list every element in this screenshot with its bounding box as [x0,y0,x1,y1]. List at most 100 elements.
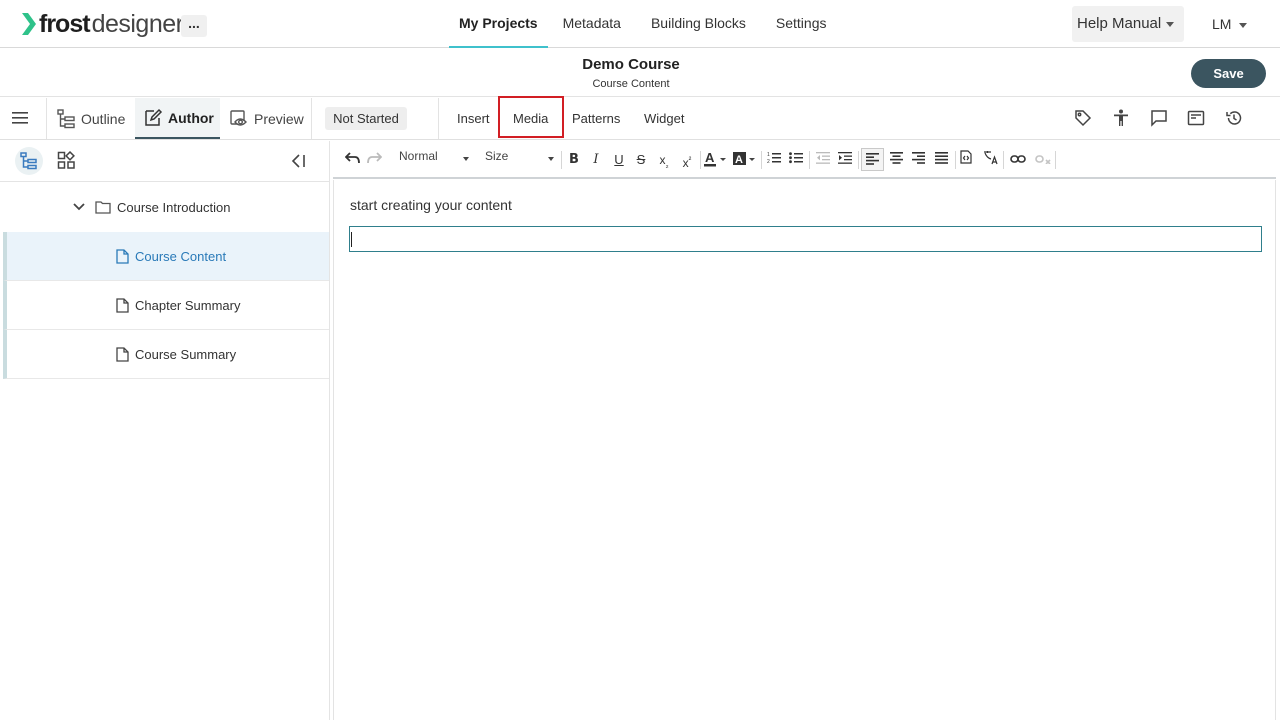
outline-tree-icon [57,108,75,128]
tab-preview-label: Preview [254,110,304,127]
chevron-down-icon [1239,22,1248,28]
size-dropdown[interactable]: Size [485,149,557,169]
divider [955,151,956,169]
panel-icon[interactable] [1187,109,1205,127]
accessibility-icon[interactable] [1112,109,1130,127]
tab-outline[interactable]: Outline [57,98,125,139]
divider [858,151,859,169]
redo-icon[interactable] [366,150,382,170]
undo-icon[interactable] [344,150,360,170]
more-options-button[interactable]: ... [181,15,207,37]
tab-widget[interactable]: Widget [644,98,684,139]
divider [809,151,810,169]
underline-icon[interactable]: U [611,150,627,170]
bold-icon[interactable]: B [566,150,582,170]
link-icon[interactable] [1009,150,1027,170]
align-right-icon[interactable] [910,150,926,170]
chevron-down-icon [463,157,469,161]
user-menu[interactable]: LM [1212,16,1248,32]
divider [761,151,762,169]
text-cursor [351,232,352,247]
content-placeholder-text: start creating your content [350,197,512,213]
format-dropdown[interactable]: Normal [399,149,471,169]
tree-page-label: Course Content [135,249,227,264]
outdent-icon[interactable] [815,150,831,170]
course-outline-sidebar: Course Introduction Course Content Chapt… [0,141,330,720]
italic-icon[interactable]: I [588,150,604,170]
tag-icon[interactable] [1074,109,1092,127]
tree-page-chapter-summary[interactable]: Chapter Summary [3,281,329,330]
chevron-down-icon [548,157,554,161]
tab-preview[interactable]: Preview [229,98,304,139]
svg-text:A: A [705,150,715,165]
rich-text-toolbar: Normal Size B I U S x₂ x² A A 12 [333,141,1276,179]
background-color-icon[interactable]: A [732,150,758,170]
align-justify-icon[interactable] [933,150,949,170]
svg-text:1: 1 [767,152,770,158]
tree-page-label: Chapter Summary [135,298,241,313]
indent-icon[interactable] [837,150,853,170]
tab-insert[interactable]: Insert [457,98,490,139]
top-navigation-bar: frost designer ... My Projects Metadata … [0,0,1280,48]
help-manual-label: Help Manual [1077,15,1162,32]
divider [46,98,47,139]
frost-designer-logo[interactable]: frost designer [22,9,184,38]
page-title: Demo Course [582,56,680,73]
divider [1003,151,1004,169]
page-icon [116,347,129,362]
hamburger-menu-icon[interactable] [12,111,28,125]
logo-word-bold: frost [39,9,91,38]
nav-item-my-projects[interactable]: My Projects [449,0,548,48]
tree-page-course-summary[interactable]: Course Summary [3,330,329,379]
divider [561,151,562,169]
align-center-icon[interactable] [888,150,904,170]
subscript-icon[interactable]: x₂ [655,150,673,170]
logo-word-light: designer [91,9,184,38]
nav-item-metadata[interactable]: Metadata [548,0,636,48]
document-header: Demo Course Course Content Save [0,49,1280,97]
grid-view-icon[interactable] [57,151,76,170]
tree-view-button[interactable] [15,147,43,175]
strikethrough-icon[interactable]: S [633,150,649,170]
tree-folder-course-introduction[interactable]: Course Introduction [0,183,329,232]
superscript-icon[interactable]: x² [678,150,696,170]
page-icon [116,249,129,264]
unlink-icon[interactable] [1034,150,1052,170]
logo-chevron-icon [22,13,36,35]
chevron-down-icon [1166,21,1175,27]
divider [438,98,439,139]
editor-canvas[interactable]: start creating your content [333,180,1276,720]
tab-patterns[interactable]: Patterns [572,98,620,139]
collapse-sidebar-icon[interactable] [291,153,307,169]
save-button[interactable]: Save [1191,59,1266,88]
align-left-icon[interactable] [861,148,884,171]
preview-eye-icon [230,109,247,126]
source-code-icon[interactable] [958,150,974,170]
tree-view-icon [20,152,37,170]
chevron-down-icon[interactable] [73,203,85,211]
help-manual-dropdown[interactable]: Help Manual [1072,6,1184,42]
text-color-icon[interactable]: A [704,150,728,170]
main-nav: My Projects Metadata Building Blocks Set… [449,0,842,48]
size-dropdown-value: Size [485,149,509,163]
format-dropdown-value: Normal [399,149,438,163]
bulleted-list-icon[interactable] [788,150,804,170]
tab-author[interactable]: Author [135,98,220,139]
comment-icon[interactable] [1150,109,1168,127]
mode-toolbar: Outline Author Preview Not Started Inser… [0,98,1280,140]
nav-item-building-blocks[interactable]: Building Blocks [636,0,761,48]
tree-page-label: Course Summary [135,347,237,362]
tree-folder-label: Course Introduction [117,200,231,215]
tab-author-label: Author [168,109,214,126]
status-badge[interactable]: Not Started [325,107,407,130]
tree-page-course-content[interactable]: Course Content [3,232,329,281]
numbered-list-icon[interactable]: 12 [766,150,782,170]
tab-outline-label: Outline [81,110,126,127]
text-block-input[interactable] [349,226,1262,252]
svg-text:A: A [735,154,743,166]
nav-item-settings[interactable]: Settings [761,0,842,48]
folder-icon [95,201,111,214]
history-icon[interactable] [1225,109,1243,127]
page-icon [116,298,129,313]
language-icon[interactable] [982,150,1000,170]
